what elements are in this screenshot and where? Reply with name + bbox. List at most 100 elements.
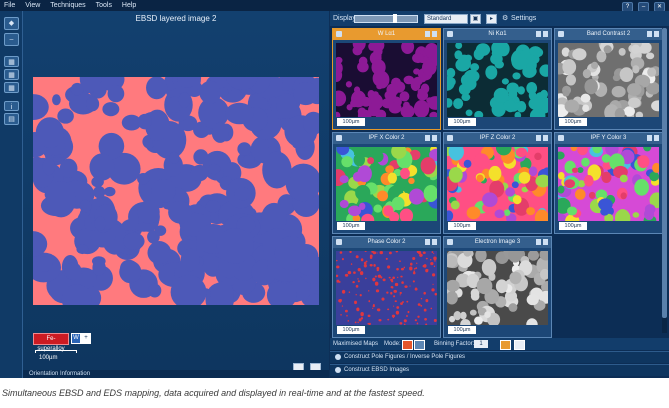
tile-options-icon[interactable] <box>536 31 541 37</box>
application-window: File View Techniques Tools Help ? – ✕ ◆ … <box>0 0 669 378</box>
tile-options-icon[interactable] <box>425 31 430 37</box>
grain <box>42 157 56 176</box>
map-tile[interactable]: Electron Image 3 100µm <box>443 236 552 338</box>
grain <box>558 172 565 180</box>
pole-figures-expander[interactable]: Construct Pole Figures / Inverse Pole Fi… <box>330 351 669 363</box>
tile-maximize-icon[interactable] <box>654 31 659 37</box>
mode-gray-icon[interactable] <box>414 340 425 350</box>
grain <box>375 289 380 293</box>
grain <box>64 262 82 281</box>
binning-select[interactable]: 1 <box>474 340 488 348</box>
layer-icon[interactable] <box>558 135 564 141</box>
menu-help[interactable]: Help <box>122 0 136 11</box>
grain <box>581 157 590 167</box>
play-icon[interactable]: ▸ <box>486 14 497 24</box>
display-mode-select[interactable]: Standard <box>424 14 468 24</box>
grain <box>341 156 353 168</box>
scrollbar-thumb[interactable] <box>662 28 667 318</box>
phase-toggle-button[interactable]: Fe-superalloy <box>33 333 69 352</box>
tile-maximize-icon[interactable] <box>432 31 437 37</box>
layer-icon[interactable] <box>558 31 564 37</box>
tile-scale-label: 100µm <box>559 118 587 126</box>
grain <box>628 97 641 108</box>
map-image[interactable] <box>558 147 659 221</box>
menu-tools[interactable]: Tools <box>96 0 112 11</box>
layer-icon[interactable] <box>447 135 453 141</box>
layer-icon[interactable] <box>336 31 342 37</box>
grain <box>574 188 586 200</box>
tile-maximize-icon[interactable] <box>432 239 437 245</box>
list-layout-icon[interactable] <box>514 340 525 350</box>
collapse-icon[interactable]: – <box>4 33 19 46</box>
mode-label: Mode: <box>384 341 401 347</box>
grain <box>357 280 360 283</box>
display-slider[interactable] <box>354 14 418 23</box>
tile-options-icon[interactable] <box>647 31 652 37</box>
menu-techniques[interactable]: Techniques <box>50 0 85 11</box>
map-image[interactable] <box>336 147 437 221</box>
ebsd-layered-map[interactable] <box>33 77 319 305</box>
grain <box>379 251 383 255</box>
gear-icon[interactable]: ⚙ <box>502 14 508 23</box>
ebsd-images-expander[interactable]: Construct EBSD Images <box>330 364 669 376</box>
maps-scrollbar[interactable] <box>662 28 667 333</box>
map-tile[interactable]: W Lα1 100µm <box>332 28 441 130</box>
menu-view[interactable]: View <box>25 0 40 11</box>
grain <box>505 187 515 197</box>
orientation-info-bar[interactable]: Orientation Information <box>23 370 329 378</box>
grain <box>387 265 391 269</box>
slider-knob[interactable] <box>393 14 397 23</box>
map-tile[interactable]: Ni Kα1 100µm <box>443 28 552 130</box>
tile-options-icon[interactable] <box>425 239 430 245</box>
settings-button[interactable]: Settings <box>511 14 536 23</box>
grain <box>434 260 436 262</box>
tile-options-icon[interactable] <box>647 135 652 141</box>
tile-title: IPF X Color 2 <box>368 135 405 141</box>
map-image[interactable] <box>558 43 659 117</box>
map-tile[interactable]: IPF Z Color 2 100µm <box>443 132 552 234</box>
map-image[interactable] <box>336 43 437 117</box>
map-tile[interactable]: IPF X Color 2 100µm <box>332 132 441 234</box>
layout-icon[interactable]: ▣ <box>470 14 481 24</box>
tile-options-icon[interactable] <box>425 135 430 141</box>
layer-icon[interactable] <box>336 135 342 141</box>
tile-scale-label: 100µm <box>448 326 476 334</box>
map-tile[interactable]: Phase Color 2 100µm <box>332 236 441 338</box>
tile-maximize-icon[interactable] <box>543 239 548 245</box>
view-icon[interactable]: ▦ <box>4 56 19 67</box>
tile-maximize-icon[interactable] <box>543 31 548 37</box>
grain <box>353 153 366 167</box>
w-toggle-button[interactable]: W <box>71 333 81 344</box>
map-tile[interactable]: Band Contrast 2 100µm <box>554 28 663 130</box>
layers-icon[interactable]: ◆ <box>4 17 19 30</box>
map-icon[interactable]: ▦ <box>4 82 19 93</box>
grain <box>433 265 436 268</box>
tile-options-icon[interactable] <box>536 135 541 141</box>
layer-icon[interactable] <box>447 31 453 37</box>
tile-maximize-icon[interactable] <box>432 135 437 141</box>
map-tile[interactable]: IPF Y Color 3 100µm <box>554 132 663 234</box>
map-image[interactable] <box>447 43 548 117</box>
menu-file[interactable]: File <box>4 0 15 11</box>
grain <box>394 300 397 303</box>
tile-header: Ni Kα1 <box>444 29 551 40</box>
mode-color-icon[interactable] <box>402 340 413 350</box>
grain <box>293 81 319 106</box>
map-image[interactable] <box>447 147 548 221</box>
grain <box>399 91 410 102</box>
tile-maximize-icon[interactable] <box>543 135 548 141</box>
grid-layout-icon[interactable] <box>500 340 511 350</box>
info-icon[interactable]: i <box>4 101 19 111</box>
grain <box>647 67 657 77</box>
map-image[interactable] <box>336 251 437 325</box>
add-layer-icon[interactable]: + <box>81 333 91 344</box>
map-image[interactable] <box>447 251 548 325</box>
layer-icon[interactable] <box>447 239 453 245</box>
tile-maximize-icon[interactable] <box>654 135 659 141</box>
export-icon[interactable]: ▤ <box>4 113 19 125</box>
grain <box>367 322 370 325</box>
layer-icon[interactable] <box>336 239 342 245</box>
tile-options-icon[interactable] <box>536 239 541 245</box>
grain <box>508 89 518 99</box>
grid-icon[interactable]: ▦ <box>4 69 19 80</box>
